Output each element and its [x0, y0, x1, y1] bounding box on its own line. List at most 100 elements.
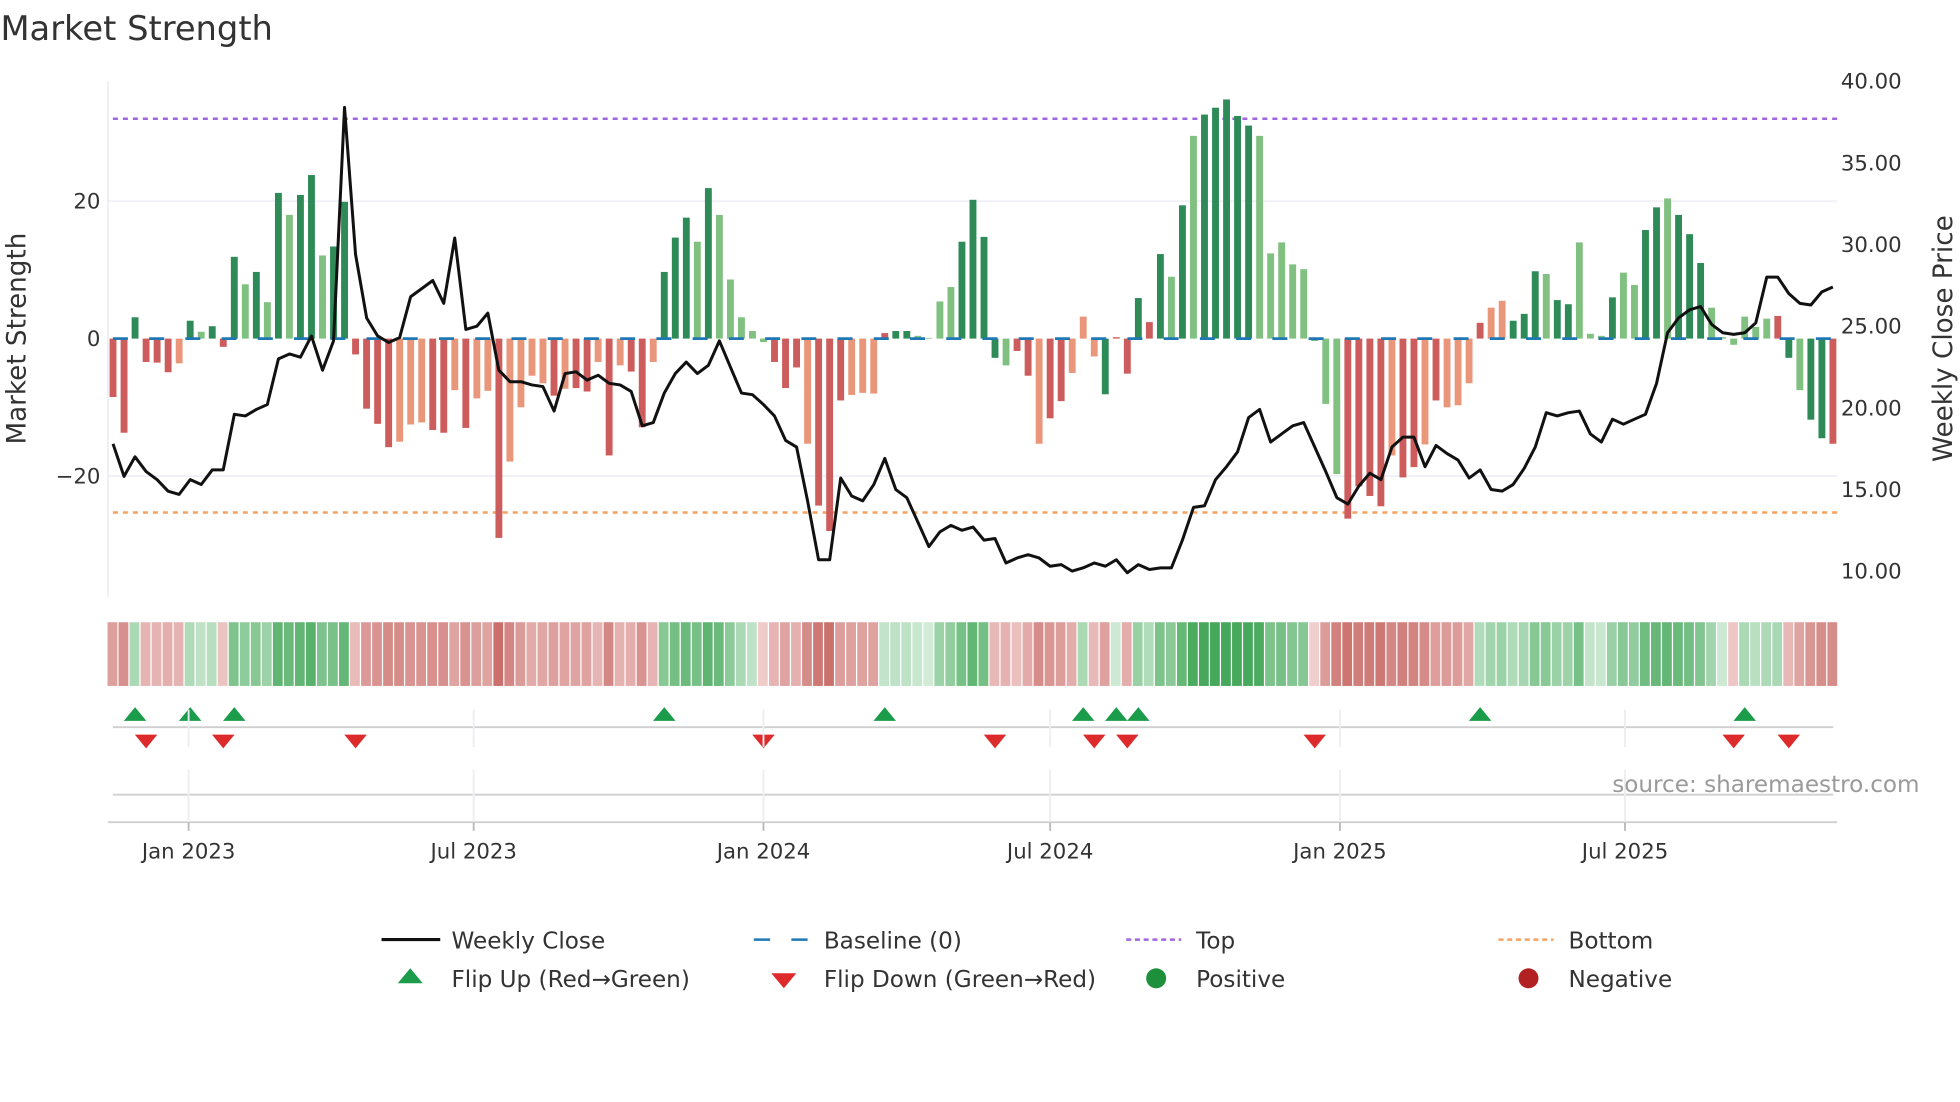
- heat-cell: [1320, 622, 1331, 686]
- strength-bar: [418, 338, 426, 423]
- flip-up-marker: [1105, 707, 1128, 721]
- legend-item-weekly-close: Weekly Close: [381, 928, 605, 954]
- strength-bar: [451, 338, 459, 391]
- flip-down-marker: [1303, 734, 1326, 749]
- strength-bar: [682, 217, 690, 339]
- heat-cell: [669, 622, 680, 686]
- heat-cell: [1375, 622, 1386, 686]
- heat-cell: [372, 622, 382, 686]
- heat-cell: [879, 622, 890, 686]
- heat-cell: [1651, 622, 1661, 686]
- strength-bar: [1234, 115, 1242, 339]
- strength-bar: [1454, 338, 1462, 406]
- heat-cell: [868, 622, 879, 686]
- heat-cell: [383, 622, 393, 686]
- y-tick-label: −20: [56, 465, 101, 490]
- x-tick-label: Jul 2024: [1005, 839, 1093, 864]
- flip-up-marker: [223, 707, 246, 721]
- strength-bar: [1046, 338, 1054, 419]
- y2-tick-label: 10.00: [1841, 560, 1902, 585]
- strength-bar: [1686, 234, 1694, 339]
- heat-cell: [680, 622, 691, 686]
- heat-cell: [1265, 622, 1275, 686]
- heat-cell: [713, 622, 724, 686]
- heat-cell: [283, 622, 294, 686]
- heat-cell: [1397, 622, 1408, 686]
- legend-item-flip-down: Flip Down (Green→Red): [771, 967, 1096, 993]
- flip-up-marker: [123, 707, 147, 721]
- heat-cell: [1794, 622, 1805, 686]
- heat-cell: [1739, 622, 1749, 686]
- heat-cell: [1606, 622, 1617, 686]
- flip-down-marker: [1777, 734, 1801, 749]
- strength-bar: [241, 284, 249, 339]
- heat-cell: [1441, 622, 1452, 686]
- heat-cell: [724, 622, 735, 686]
- negative-dot-icon: [1518, 968, 1539, 989]
- flip-down-marker: [1082, 734, 1106, 749]
- strength-bar: [660, 271, 668, 339]
- strength-bar: [517, 338, 525, 408]
- heat-cell: [162, 622, 173, 686]
- heat-cell: [835, 622, 845, 686]
- heat-cell: [1706, 622, 1716, 686]
- strength-bar: [649, 338, 657, 362]
- strength-bar: [958, 241, 966, 339]
- strength-bar: [1090, 338, 1098, 357]
- heat-cell: [769, 622, 779, 686]
- strength-bar: [1223, 99, 1230, 339]
- heat-cell: [1110, 622, 1121, 686]
- heat-cell: [614, 622, 625, 686]
- strength-bar: [1245, 125, 1253, 339]
- strength-bar: [385, 338, 393, 448]
- flip-up-marker: [1071, 707, 1095, 721]
- strength-bar: [771, 338, 778, 362]
- heat-cell: [1044, 622, 1055, 686]
- heat-cell: [802, 622, 812, 686]
- heat-cell: [1287, 622, 1297, 686]
- strength-bar: [131, 317, 139, 339]
- strength-bar: [120, 338, 128, 433]
- heat-cell: [272, 622, 283, 686]
- strength-bar: [473, 338, 481, 399]
- heat-cell: [923, 622, 934, 686]
- strength-bar: [1763, 318, 1771, 339]
- strength-bar: [1322, 338, 1330, 404]
- heat-cell: [890, 622, 901, 686]
- strength-bar: [164, 338, 172, 373]
- strength-bar: [738, 317, 745, 339]
- heat-cell: [1617, 622, 1628, 686]
- strength-bar: [1134, 298, 1142, 339]
- legend-item-negative: Negative: [1518, 967, 1672, 993]
- strength-bar: [837, 338, 845, 401]
- strength-bar: [1432, 338, 1440, 401]
- flip-down-marker: [1116, 734, 1139, 749]
- strength-bar: [1399, 338, 1407, 478]
- heat-cell: [691, 622, 702, 686]
- heat-cell: [1463, 622, 1474, 686]
- strength-bar: [870, 338, 878, 394]
- strength-bar: [462, 338, 470, 428]
- legend-item-top: Top: [1126, 928, 1235, 954]
- y2-tick-label: 40.00: [1841, 70, 1902, 95]
- strength-bar: [429, 338, 437, 430]
- heat-cell: [912, 622, 923, 686]
- strength-bar: [208, 326, 216, 339]
- strength-bar: [363, 338, 371, 409]
- heat-cell: [1309, 622, 1320, 686]
- flip-up-marker: [1127, 707, 1150, 721]
- y2-tick-label: 15.00: [1841, 478, 1902, 503]
- heat-cell: [1088, 622, 1099, 686]
- y2-axis-label: Weekly Close Price: [1929, 215, 1959, 462]
- heat-cell: [526, 622, 537, 686]
- heat-cell: [504, 622, 515, 686]
- flip-up-marker: [178, 707, 202, 721]
- weekly-close-polyline: [111, 105, 1834, 575]
- y2-tick-label: 35.00: [1841, 151, 1902, 176]
- strength-bar: [1013, 338, 1021, 351]
- heat-cell: [1584, 622, 1595, 686]
- source-credit: source: sharemaestro.com: [1612, 772, 1919, 798]
- strength-bar: [1642, 230, 1649, 339]
- strength-bar: [1487, 307, 1495, 339]
- strength-bar: [1542, 274, 1550, 339]
